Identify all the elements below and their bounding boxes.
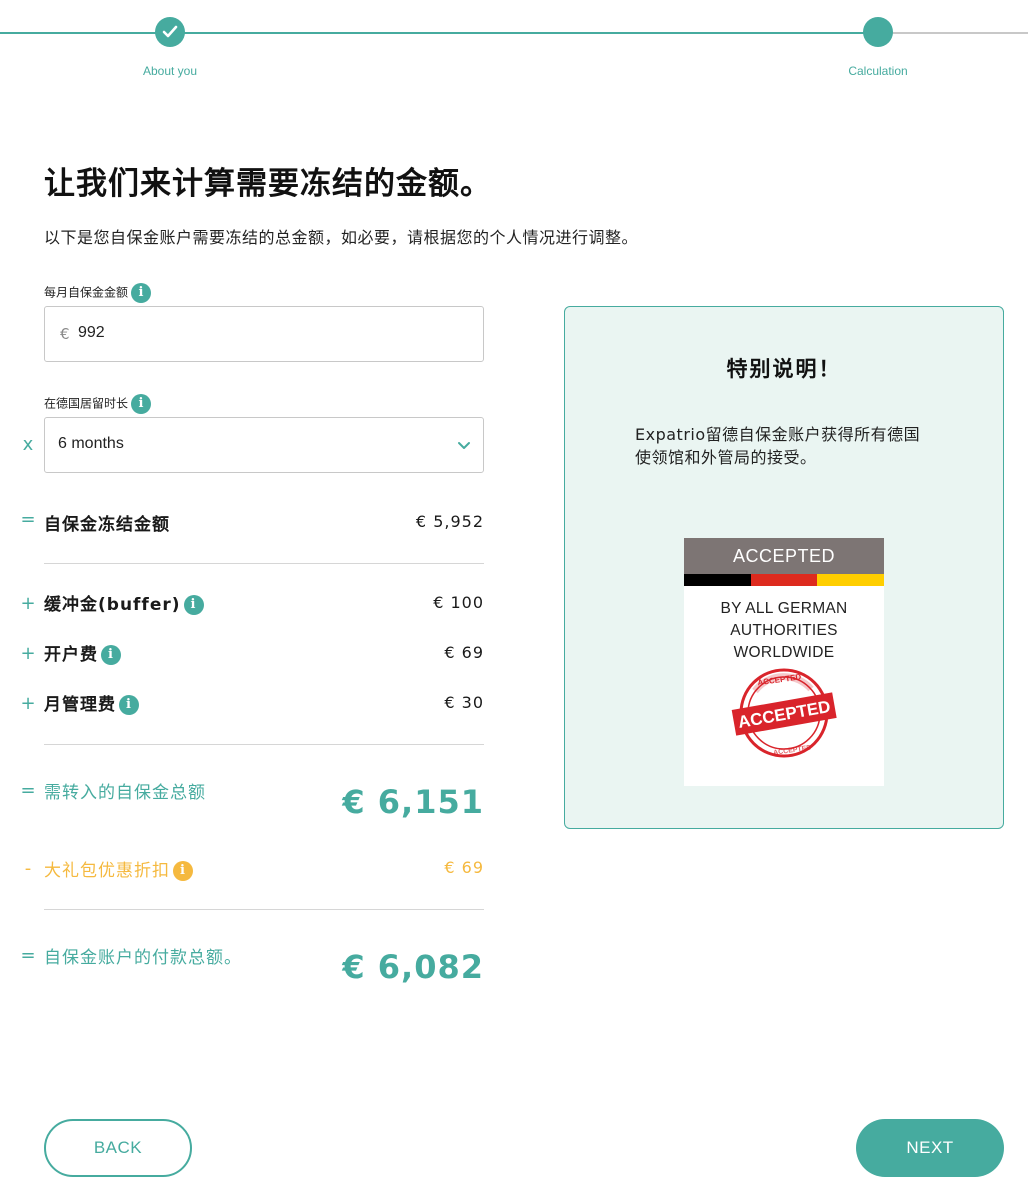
monthly-amount-label-text: 每月自保金金额 bbox=[44, 285, 129, 300]
badge-line-1: BY ALL GERMAN bbox=[720, 600, 848, 617]
monthly-amount-label: 每月自保金金额 i bbox=[44, 283, 152, 303]
step-about-you-label[interactable]: About you bbox=[100, 64, 240, 78]
monthly-amount-value[interactable]: 992 bbox=[78, 324, 105, 342]
stepper-line-completed bbox=[0, 32, 878, 34]
monthly-fee-label-text: 月管理费 bbox=[44, 695, 116, 715]
info-icon[interactable]: i bbox=[119, 695, 139, 715]
opening-fee-label-text: 开户费 bbox=[44, 645, 98, 665]
accepted-badge: ACCEPTED BY ALL GERMAN AUTHORITIES WORLD… bbox=[684, 538, 885, 786]
duration-selected-value: 6 months bbox=[58, 435, 124, 452]
duration-label: 在德国居留时长 i bbox=[44, 394, 152, 414]
equals-operator: = bbox=[20, 945, 36, 966]
info-icon[interactable]: i bbox=[101, 645, 121, 665]
progress-stepper: About you Calculation bbox=[0, 0, 1028, 90]
buffer-fee-label-text: 缓冲金(buffer) bbox=[44, 595, 181, 615]
monthly-fee-label: 月管理费 i bbox=[44, 690, 139, 715]
monthly-fee-value: € 30 bbox=[444, 693, 484, 712]
info-icon[interactable]: i bbox=[131, 394, 152, 414]
page-subtitle: 以下是您自保金账户需要冻结的总金额，如必要，请根据您的个人情况进行调整。 bbox=[44, 228, 639, 247]
monthly-amount-input[interactable]: € 992 bbox=[44, 306, 484, 362]
flag-gold bbox=[817, 574, 885, 586]
discount-value: € 69 bbox=[444, 858, 484, 877]
buffer-fee-value: € 100 bbox=[433, 593, 484, 612]
divider bbox=[44, 563, 484, 564]
step-calculation-label: Calculation bbox=[848, 64, 908, 78]
payment-total-label: 自保金账户的付款总额。 bbox=[44, 948, 242, 968]
chevron-down-icon bbox=[458, 442, 470, 449]
discount-label-text: 大礼包优惠折扣 bbox=[44, 861, 170, 881]
badge-text: BY ALL GERMAN AUTHORITIES WORLDWIDE bbox=[684, 598, 884, 664]
divider bbox=[44, 909, 484, 910]
minus-operator: - bbox=[24, 858, 32, 879]
opening-fee-label: 开户费 i bbox=[44, 640, 121, 665]
currency-prefix: € bbox=[60, 325, 70, 343]
info-icon[interactable]: i bbox=[173, 861, 193, 881]
opening-fee-value: € 69 bbox=[444, 643, 484, 662]
buffer-fee-label: 缓冲金(buffer) i bbox=[44, 590, 204, 615]
back-button[interactable]: BACK bbox=[44, 1119, 192, 1177]
blocked-amount-label: 自保金冻结金额 bbox=[44, 515, 170, 535]
equals-operator: = bbox=[20, 780, 36, 801]
next-button[interactable]: NEXT bbox=[856, 1119, 1004, 1177]
card-text: Expatrio留德自保金账户获得所有德国使领馆和外管局的接受。 bbox=[635, 425, 921, 467]
page-title: 让我们来计算需要冻结的金额。 bbox=[44, 166, 492, 202]
flag-black bbox=[684, 574, 751, 586]
transfer-total-value: € 6,151 bbox=[342, 783, 484, 821]
badge-line-3: WORLDWIDE bbox=[733, 644, 835, 661]
payment-total-value: € 6,082 bbox=[342, 948, 484, 986]
blocked-amount-value: € 5,952 bbox=[415, 512, 484, 531]
card-title: 特别说明！ bbox=[726, 357, 842, 381]
plus-operator: + bbox=[20, 593, 36, 614]
duration-select[interactable]: 6 months bbox=[44, 417, 484, 473]
step-about-you-dot[interactable] bbox=[155, 17, 185, 47]
flag-red bbox=[750, 574, 818, 586]
step-calculation-dot bbox=[863, 17, 893, 47]
german-flag-stripe bbox=[684, 574, 885, 586]
discount-label: 大礼包优惠折扣 i bbox=[44, 856, 193, 881]
badge-line-2: AUTHORITIES bbox=[730, 622, 838, 639]
duration-label-text: 在德国居留时长 bbox=[44, 396, 129, 411]
info-icon[interactable]: i bbox=[183, 595, 204, 615]
equals-operator: = bbox=[20, 509, 36, 530]
transfer-total-label: 需转入的自保金总额 bbox=[44, 783, 206, 803]
plus-operator: + bbox=[20, 643, 36, 664]
info-icon[interactable]: i bbox=[131, 283, 152, 303]
plus-operator: + bbox=[20, 693, 36, 714]
divider bbox=[44, 744, 484, 745]
multiply-operator: x bbox=[22, 434, 34, 455]
badge-header: ACCEPTED bbox=[684, 538, 884, 574]
stepper-line-remaining bbox=[878, 32, 1028, 34]
accepted-stamp-icon: ACCEPTED ACCEPTED ACCEPTED bbox=[731, 668, 837, 758]
special-notice-card: 特别说明！ Expatrio留德自保金账户获得所有德国使领馆和外管局的接受。 A… bbox=[564, 306, 1004, 829]
check-icon bbox=[162, 25, 178, 38]
